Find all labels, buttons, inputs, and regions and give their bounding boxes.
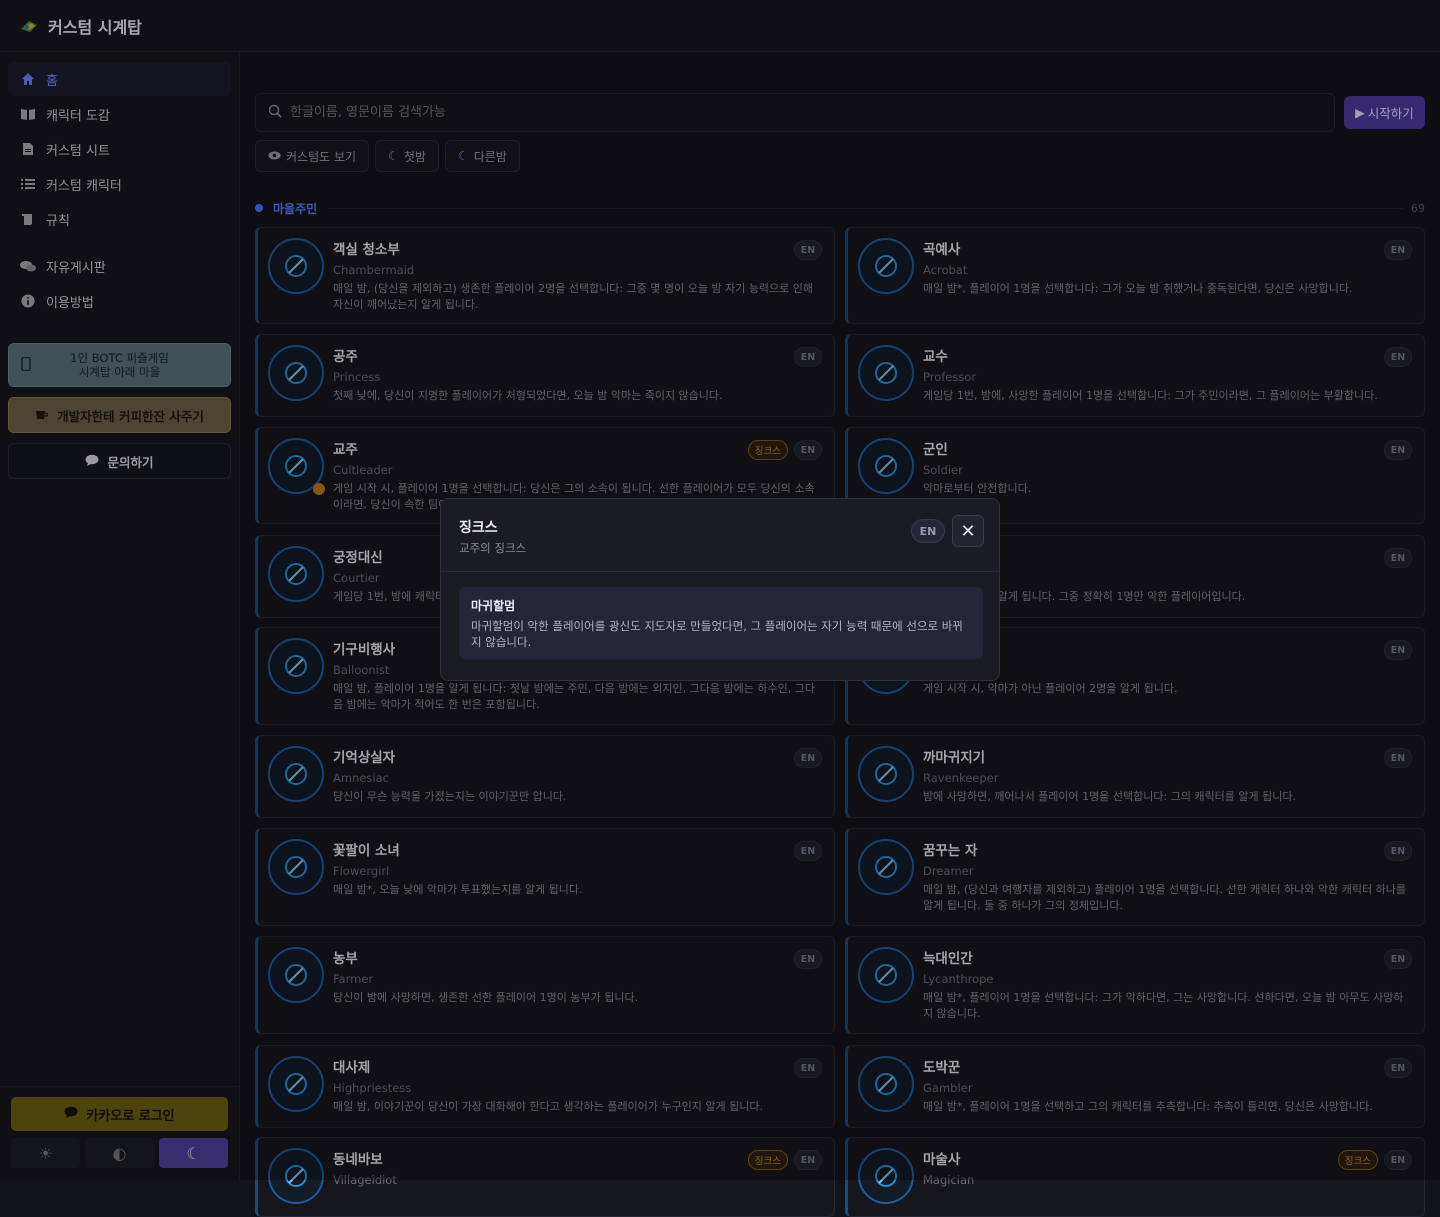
close-icon: ✕	[960, 520, 976, 542]
modal-subtitle: 교주의 징크스	[459, 541, 527, 555]
phone-icon	[21, 356, 31, 374]
modal-title: 징크스	[459, 520, 498, 536]
modal-language-button[interactable]: EN	[911, 519, 945, 543]
jinx-description: 마귀할멈이 악한 플레이어를 광신도 지도자로 만들었다면, 그 플레이어는 자…	[471, 619, 963, 649]
jinx-modal: 징크스 교주의 징크스 EN ✕ 마귀할멈 마귀할멈이 악한 플레이어를 광신도…	[440, 498, 1000, 681]
close-button[interactable]: ✕	[952, 515, 984, 547]
jinx-entry: 마귀할멈 마귀할멈이 악한 플레이어를 광신도 지도자로 만들었다면, 그 플레…	[459, 587, 983, 659]
jinx-name: 마귀할멈	[471, 599, 516, 613]
